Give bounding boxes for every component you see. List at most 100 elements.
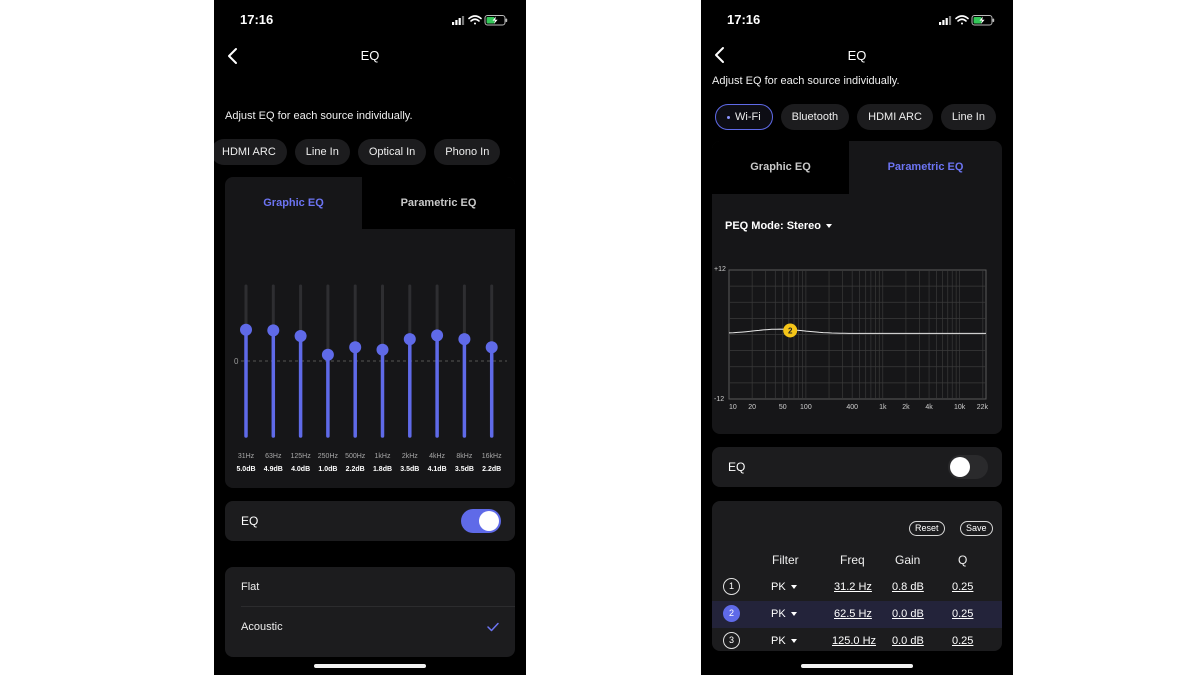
- filter-type: PK: [771, 608, 786, 620]
- band-gain-label: 3.5dB: [400, 466, 420, 473]
- band-gain-label: 4.9dB: [263, 466, 283, 473]
- eq-label: EQ: [241, 514, 259, 528]
- filter-gain[interactable]: 0.8 dB: [892, 581, 924, 593]
- band-frequency-label: 500Hz: [345, 453, 366, 460]
- eq-subtitle: Adjust EQ for each source individually.: [225, 110, 413, 122]
- eq-label: EQ: [728, 460, 746, 474]
- band-frequency-label: 250Hz: [317, 453, 338, 460]
- band-frequency-label: 63Hz: [265, 453, 282, 460]
- page-title: EQ: [360, 48, 380, 63]
- filter-q[interactable]: 0.25: [952, 581, 973, 593]
- band-gain-label: 1.8dB: [372, 466, 393, 473]
- filter-type: PK: [771, 581, 786, 593]
- source-chip-line-in[interactable]: Line In: [940, 104, 996, 130]
- filter-type-dropdown[interactable]: PK: [771, 608, 797, 620]
- eq-toggle-row: EQ: [712, 447, 1002, 487]
- eq-subtitle: Adjust EQ for each source individually.: [712, 75, 900, 87]
- slider-handle[interactable]: [376, 343, 389, 356]
- x-axis-tick-label: 50: [779, 404, 787, 411]
- filter-type-dropdown[interactable]: PK: [771, 635, 797, 647]
- filter-gain[interactable]: 0.0 dB: [892, 608, 924, 620]
- graphic-eq-sliders: 0: [234, 284, 507, 438]
- filter-type-dropdown[interactable]: PK: [771, 581, 797, 593]
- preset-flat[interactable]: Flat: [241, 581, 259, 593]
- source-chip-hdmi-arc[interactable]: HDMI ARC: [857, 104, 933, 130]
- signal-icon: [452, 16, 465, 25]
- slider-handle[interactable]: [431, 329, 444, 342]
- parametric-eq-card: Graphic EQ Parametric EQ PEQ Mode: Stere…: [712, 141, 1002, 434]
- filter-q[interactable]: 0.25: [952, 608, 973, 620]
- source-chip-bluetooth[interactable]: Bluetooth: [780, 104, 850, 130]
- phone-screen-graphic-eq: 17:16 EQ Adjust EQ for each source indiv…: [214, 0, 526, 675]
- caret-down-icon: [790, 585, 797, 590]
- band-frequency-label: 8kHz: [456, 453, 473, 460]
- band-frequency-label: 1kHz: [374, 453, 391, 460]
- peq-filter-table: Reset Save Filter Freq Gain Q 1 PK 31.2 …: [712, 501, 1002, 651]
- x-axis-tick-label: 100: [800, 404, 812, 411]
- slider-handle[interactable]: [349, 341, 362, 354]
- home-indicator: [314, 664, 426, 668]
- slider-handle[interactable]: [485, 341, 498, 354]
- filter-number-badge[interactable]: 1: [723, 578, 740, 595]
- band-frequency-label: 2kHz: [401, 453, 418, 460]
- band-gain-label: 2.2dB: [345, 466, 365, 473]
- eq-toggle-knob: [950, 457, 970, 477]
- eq-toggle-row: EQ: [225, 501, 515, 541]
- battery-charging-icon: [971, 15, 995, 26]
- wifi-icon: [955, 15, 969, 25]
- slider-handle[interactable]: [321, 348, 334, 361]
- zero-db-label: 0: [234, 357, 239, 366]
- source-chip-optical-in[interactable]: Optical In: [357, 139, 427, 165]
- caret-down-icon: [825, 224, 832, 229]
- battery-charging-icon: [484, 15, 508, 26]
- x-axis-tick-label: 4k: [925, 404, 933, 411]
- save-button[interactable]: Save: [960, 521, 993, 536]
- preset-divider: [241, 606, 515, 607]
- status-bar: 17:16: [701, 12, 1013, 28]
- tab-graphic-eq[interactable]: Graphic EQ: [225, 177, 362, 229]
- slider-handle[interactable]: [403, 333, 416, 346]
- tab-graphic-eq[interactable]: Graphic EQ: [712, 141, 849, 194]
- slider-handle[interactable]: [294, 330, 307, 342]
- column-header-gain: Gain: [895, 553, 921, 567]
- column-header-filter: Filter: [772, 553, 799, 567]
- eq-toggle[interactable]: [461, 509, 501, 533]
- signal-icon: [939, 16, 952, 25]
- x-axis-tick-label: 10: [729, 404, 737, 411]
- source-chip-phono-in[interactable]: Phono In: [434, 139, 501, 165]
- eq-toggle[interactable]: [948, 455, 988, 479]
- filter-q[interactable]: 0.25: [952, 635, 973, 647]
- source-chip-label: Wi-Fi: [735, 111, 761, 123]
- status-time: 17:16: [727, 12, 761, 27]
- source-chip-hdmi-arc[interactable]: HDMI ARC: [214, 139, 287, 165]
- filter-freq[interactable]: 125.0 Hz: [832, 635, 876, 647]
- filter-gain[interactable]: 0.0 dB: [892, 635, 924, 647]
- filter-marker-label: 2: [788, 326, 793, 335]
- tab-parametric-eq[interactable]: Parametric EQ: [849, 141, 1002, 194]
- tab-parametric-eq[interactable]: Parametric EQ: [362, 177, 515, 229]
- reset-button[interactable]: Reset: [909, 521, 945, 536]
- slider-handle[interactable]: [240, 323, 252, 336]
- x-axis-tick-label: 22k: [977, 404, 989, 411]
- source-chip-line-in[interactable]: Line In: [294, 139, 350, 165]
- x-axis-tick-label: 10k: [954, 404, 966, 411]
- filter-freq[interactable]: 31.2 Hz: [834, 581, 872, 593]
- slider-handle[interactable]: [267, 324, 280, 337]
- filter-freq[interactable]: 62.5 Hz: [834, 608, 872, 620]
- preset-acoustic[interactable]: Acoustic: [241, 621, 283, 633]
- peq-frequency-response-graph: +12 -12 10 20 50 100 400 1k 2k 4k 10k 22k 2: [714, 266, 989, 411]
- column-header-q: Q: [958, 553, 968, 567]
- status-icons: [452, 15, 508, 26]
- filter-number-badge[interactable]: 2: [723, 605, 740, 622]
- status-icons: [939, 15, 995, 26]
- filter-number-badge[interactable]: 3: [723, 632, 740, 649]
- slider-handle[interactable]: [458, 333, 471, 346]
- peq-mode-dropdown[interactable]: PEQ Mode: Stereo: [725, 220, 832, 232]
- y-axis-min-label: -12: [714, 396, 724, 403]
- filter-type: PK: [771, 635, 786, 647]
- caret-down-icon: [790, 639, 797, 644]
- source-chip-wifi[interactable]: Wi-Fi: [715, 104, 773, 130]
- page-title: EQ: [847, 48, 867, 63]
- band-frequency-label: 31Hz: [237, 453, 255, 460]
- band-gain-label: 4.1dB: [427, 466, 447, 473]
